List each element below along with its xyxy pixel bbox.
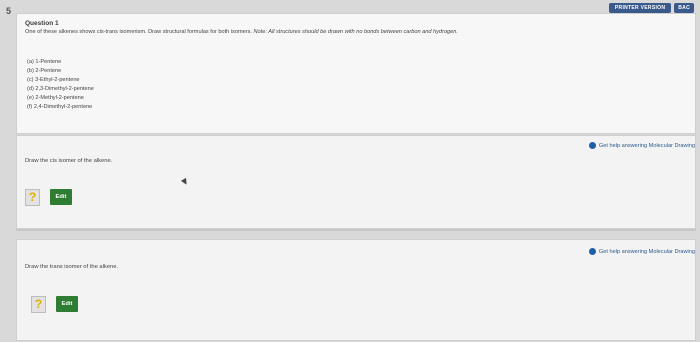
printer-version-button[interactable]: PRINTER VERSION: [608, 3, 672, 13]
options-list: (a) 1-Pentene (b) 2-Pentene (c) 3-Ethyl-…: [27, 58, 94, 112]
option-item: (c) 3-Ethyl-2-pentene: [27, 77, 80, 83]
option-item: (a) 1-Pentene: [27, 59, 62, 65]
question-mark-icon: ?: [31, 296, 46, 313]
edit-button-cis[interactable]: Edit: [50, 189, 72, 205]
cis-isomer-panel: Get help answering Molecular Drawing Dra…: [16, 135, 696, 229]
divider: [16, 229, 696, 231]
edit-button-trans[interactable]: Edit: [56, 296, 78, 312]
question-title: Question 1: [25, 20, 59, 27]
option-item: (b) 2-Pentene: [27, 68, 62, 74]
cis-prompt: Draw the cis isomer of the alkene.: [25, 158, 113, 164]
question-note-text: Note: All structures should be drawn wit…: [253, 29, 458, 35]
help-link-label: Get help answering Molecular Drawing: [598, 142, 695, 149]
option-item: (e) 2-Methyl-2-pentene: [27, 95, 84, 101]
help-link-cis[interactable]: Get help answering Molecular Drawing: [588, 142, 695, 149]
trans-isomer-panel: Get help answering Molecular Drawing Dra…: [16, 239, 696, 341]
page-number: 5: [6, 6, 12, 16]
question-text: One of these alkenes shows cis-trans iso…: [25, 29, 458, 35]
help-icon: [588, 248, 596, 255]
question-main-text: One of these alkenes shows cis-trans iso…: [25, 29, 254, 35]
option-item: (f) 2,4-Dimethyl-2-pentene: [27, 104, 93, 110]
back-button[interactable]: BAC: [674, 3, 694, 13]
help-link-trans[interactable]: Get help answering Molecular Drawing: [588, 248, 695, 255]
top-toolbar: PRINTER VERSION BAC: [608, 3, 694, 13]
trans-prompt: Draw the trans isomer of the alkene.: [25, 264, 119, 270]
option-item: (d) 2,3-Dimethyl-2-pentene: [27, 86, 94, 92]
question-panel: Question 1 One of these alkenes shows ci…: [16, 13, 696, 134]
help-icon: [588, 142, 596, 149]
question-mark-icon: ?: [25, 189, 40, 206]
help-link-label: Get help answering Molecular Drawing: [598, 248, 695, 255]
